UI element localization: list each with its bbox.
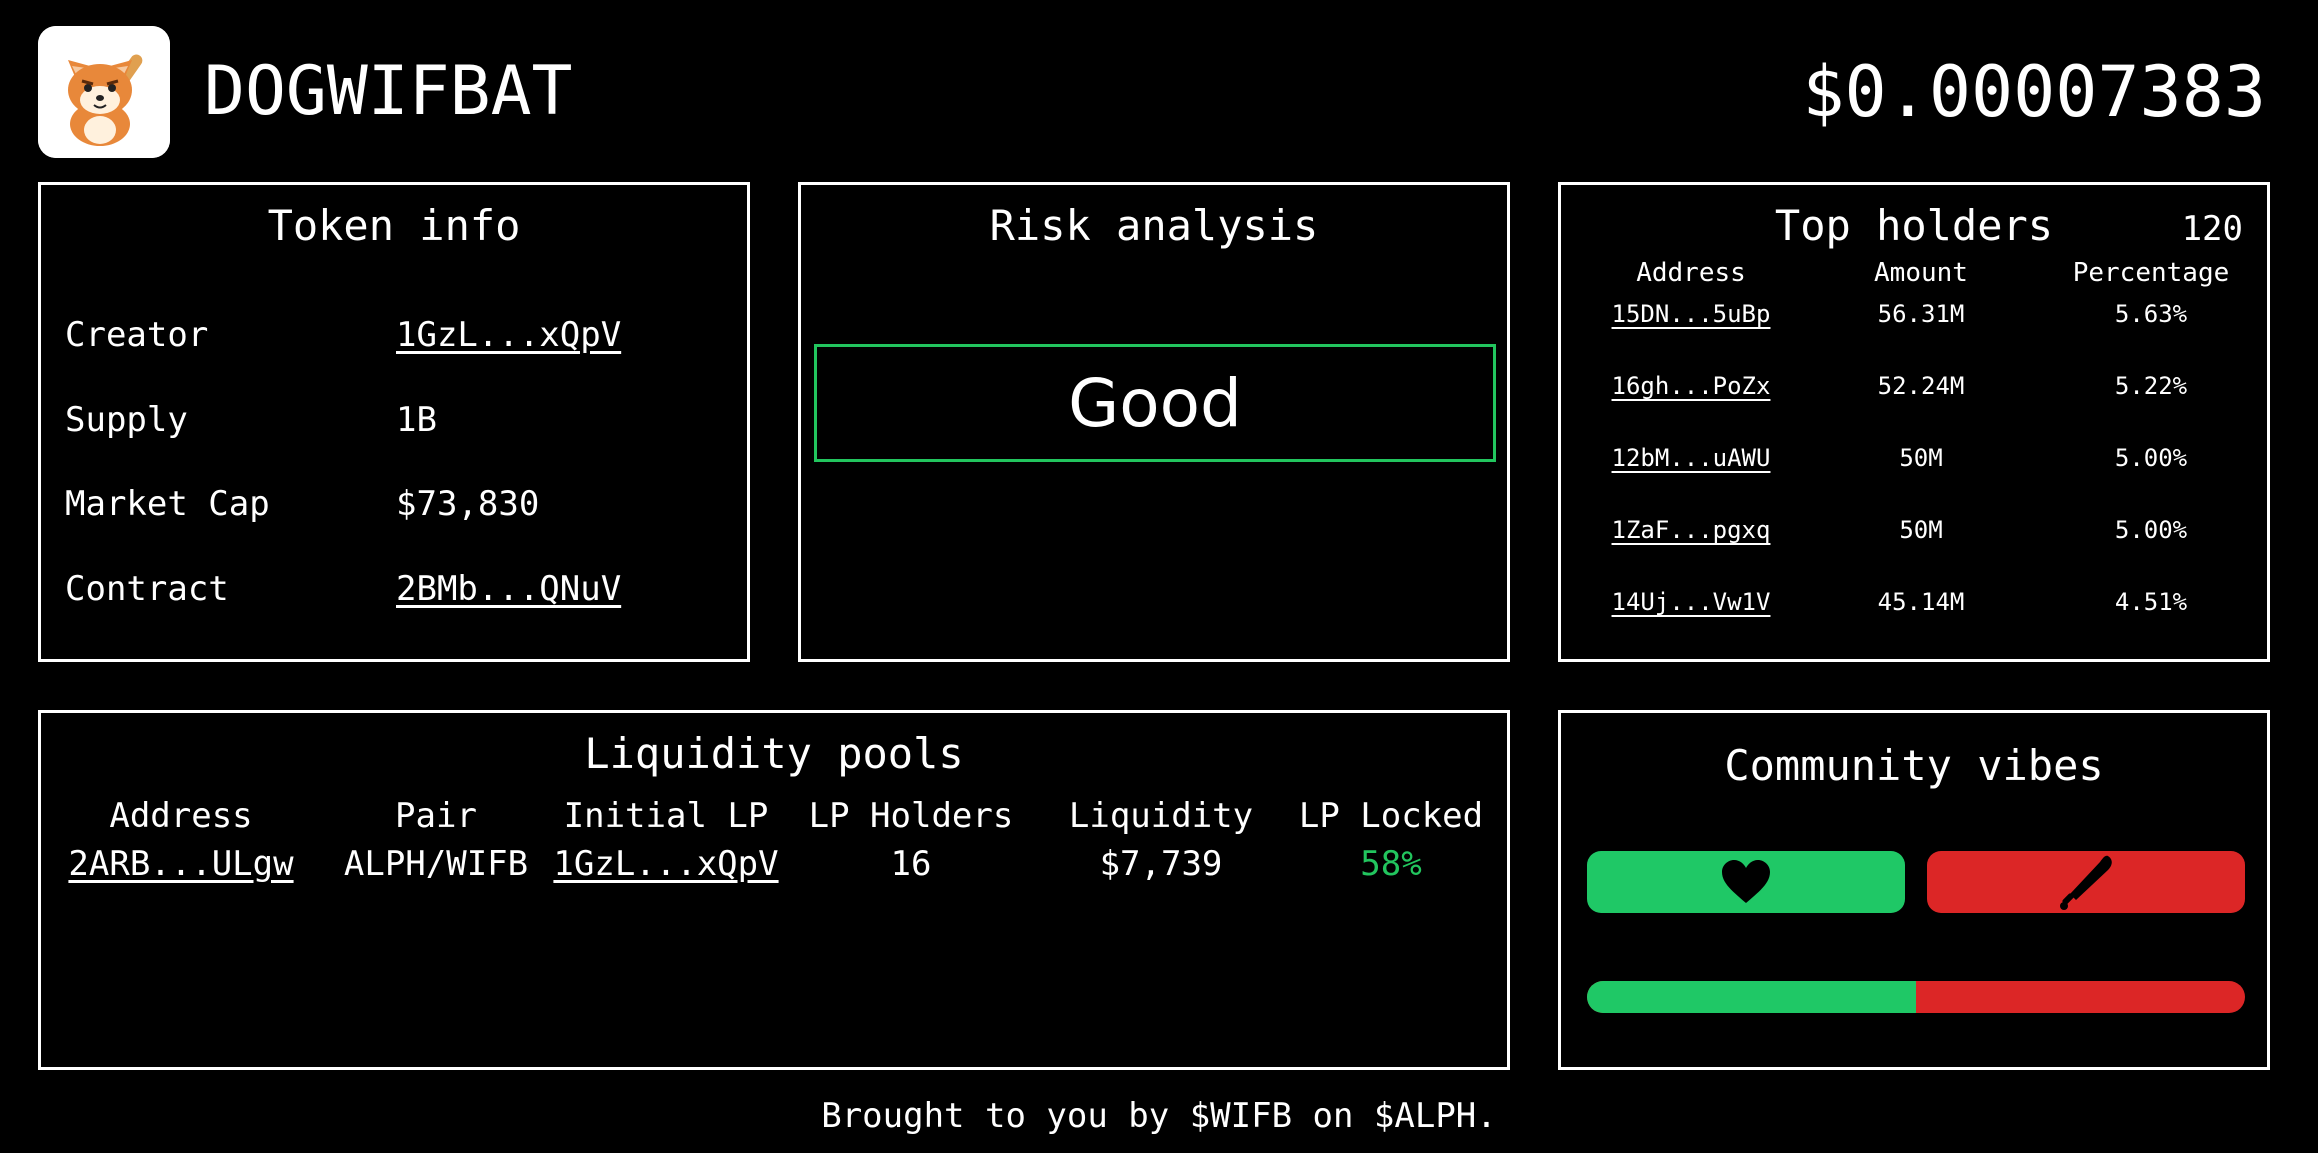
holders-count: 120 xyxy=(2181,209,2243,249)
holder-percentage: 5.22% xyxy=(2114,372,2188,400)
logo xyxy=(38,26,170,158)
vibe-ratio-fill xyxy=(1587,981,1916,1013)
token-info-title: Token info xyxy=(267,201,521,250)
liquidity-col-initial-lp: Initial LP xyxy=(563,796,769,836)
holders-col-percentage: Percentage xyxy=(2072,258,2230,288)
market-cap-value: $73,830 xyxy=(396,484,540,524)
top-holders-title: Top holders xyxy=(1774,201,2054,250)
creator-address-link[interactable]: 1GzL...xQpV xyxy=(396,315,621,355)
liquidity-col-liquidity: Liquidity xyxy=(1068,796,1254,836)
pool-pair: ALPH/WIFB xyxy=(343,844,529,884)
baseball-bat-icon xyxy=(2060,855,2112,910)
supply-value: 1B xyxy=(396,400,437,440)
holder-amount: 50M xyxy=(1899,516,1943,544)
heart-icon xyxy=(1722,860,1770,903)
top-holders-panel: Top holders 120 Address Amount Percentag… xyxy=(1558,182,2270,662)
holders-col-amount: Amount xyxy=(1874,258,1968,288)
market-cap-label: Market Cap xyxy=(65,484,270,524)
risk-rating-text: Good xyxy=(1068,364,1242,442)
pool-address-link[interactable]: 2ARB...ULgw xyxy=(61,844,301,884)
holders-col-address: Address xyxy=(1636,258,1746,288)
dislike-button[interactable] xyxy=(1927,851,2245,913)
holder-percentage: 5.63% xyxy=(2114,300,2188,328)
holder-amount: 45.14M xyxy=(1877,588,1965,616)
liquidity-pools-title: Liquidity pools xyxy=(584,729,964,778)
liquidity-col-address: Address xyxy=(109,796,253,836)
supply-label: Supply xyxy=(65,400,188,440)
pool-lp-holders: 16 xyxy=(890,844,932,884)
dog-with-bat-logo-icon xyxy=(38,26,170,158)
token-title: DOGWIFBAT xyxy=(204,52,573,131)
holder-percentage: 4.51% xyxy=(2114,588,2188,616)
pool-initial-lp-link[interactable]: 1GzL...xQpV xyxy=(541,844,791,884)
holder-percentage: 5.00% xyxy=(2114,444,2188,472)
holder-amount: 52.24M xyxy=(1877,372,1965,400)
like-button[interactable] xyxy=(1587,851,1905,913)
liquidity-col-lp-locked: LP Locked xyxy=(1298,796,1484,836)
holder-address-link[interactable]: 15DN...5uBp xyxy=(1591,300,1791,328)
liquidity-col-pair: Pair xyxy=(395,796,477,836)
token-price: $0.00007383 xyxy=(1802,51,2266,133)
token-info-panel: Token info Creator 1GzL...xQpV Supply 1B… xyxy=(38,182,750,662)
community-vibes-panel: Community vibes xyxy=(1558,710,2270,1070)
holder-amount: 56.31M xyxy=(1877,300,1965,328)
risk-analysis-title: Risk analysis xyxy=(989,201,1319,250)
community-vibes-title: Community vibes xyxy=(1724,741,2104,790)
liquidity-col-lp-holders: LP Holders xyxy=(808,796,1014,836)
holder-amount: 50M xyxy=(1899,444,1943,472)
pool-liquidity: $7,739 xyxy=(1099,844,1223,884)
holder-address-link[interactable]: 1ZaF...pgxq xyxy=(1591,516,1791,544)
holder-address-link[interactable]: 12bM...uAWU xyxy=(1591,444,1791,472)
contract-address-link[interactable]: 2BMb...QNuV xyxy=(396,569,621,609)
risk-analysis-panel: Risk analysis Good xyxy=(798,182,1510,662)
pool-lp-locked: 58% xyxy=(1360,844,1422,884)
vibe-ratio-bar xyxy=(1587,981,2245,1013)
risk-rating-badge: Good xyxy=(814,344,1496,462)
footer-text: Brought to you by $WIFB on $ALPH. xyxy=(821,1096,1497,1136)
contract-label: Contract xyxy=(65,569,229,609)
holder-address-link[interactable]: 16gh...PoZx xyxy=(1591,372,1791,400)
holder-percentage: 5.00% xyxy=(2114,516,2188,544)
holder-address-link[interactable]: 14Uj...Vw1V xyxy=(1591,588,1791,616)
creator-label: Creator xyxy=(65,315,209,355)
liquidity-pools-panel: Liquidity pools Address Pair Initial LP … xyxy=(38,710,1510,1070)
